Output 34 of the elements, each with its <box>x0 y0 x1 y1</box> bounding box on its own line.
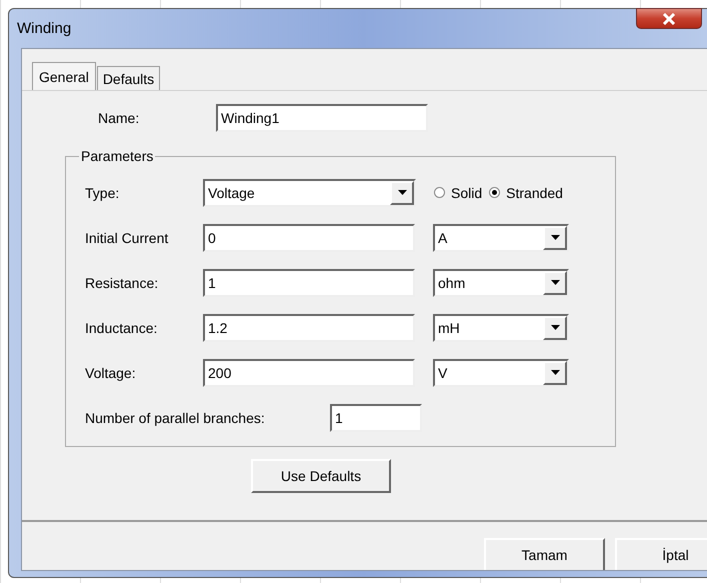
radio-option[interactable]: Stranded <box>489 184 563 200</box>
field-label: Initial Current <box>85 230 170 246</box>
unit-dropdown[interactable]: A <box>433 224 569 252</box>
type-label: Type: <box>85 184 120 200</box>
unit-dropdown[interactable]: ohm <box>433 268 569 296</box>
caret-icon <box>398 190 406 195</box>
tab[interactable]: Defaults <box>96 66 160 90</box>
caret-icon <box>550 235 560 240</box>
dialog-button[interactable]: Tamam <box>484 538 605 570</box>
caret-icon <box>550 370 560 375</box>
use-defaults-button[interactable]: Use Defaults <box>251 459 391 493</box>
group-title: Parameters <box>80 148 154 164</box>
branches-label: Number of parallel branches: <box>85 410 266 426</box>
close-button[interactable] <box>636 8 702 29</box>
tab[interactable]: General <box>32 62 96 90</box>
value-field[interactable]: 1 <box>203 268 415 296</box>
field-label: Inductance: <box>85 320 158 336</box>
branches-field[interactable]: 1 <box>330 404 422 432</box>
close-icon <box>662 12 676 24</box>
caret-icon <box>550 280 560 285</box>
type-dropdown[interactable]: Voltage <box>203 178 416 206</box>
field-label: Resistance: <box>85 274 160 290</box>
name-field[interactable]: Winding1 <box>216 104 428 132</box>
caret-icon <box>550 325 560 330</box>
name-label: Name: <box>98 110 140 126</box>
window-title: Winding <box>17 20 72 37</box>
value-field[interactable]: 200 <box>203 358 415 386</box>
value-field[interactable]: 0 <box>203 224 415 252</box>
dialog-button[interactable]: İptal <box>615 538 707 570</box>
value-field[interactable]: 1.2 <box>203 314 415 342</box>
field-label: Voltage: <box>85 364 137 380</box>
radio-option[interactable]: Solid <box>434 184 482 200</box>
unit-dropdown[interactable]: mH <box>433 314 569 342</box>
unit-dropdown[interactable]: V <box>433 358 569 386</box>
